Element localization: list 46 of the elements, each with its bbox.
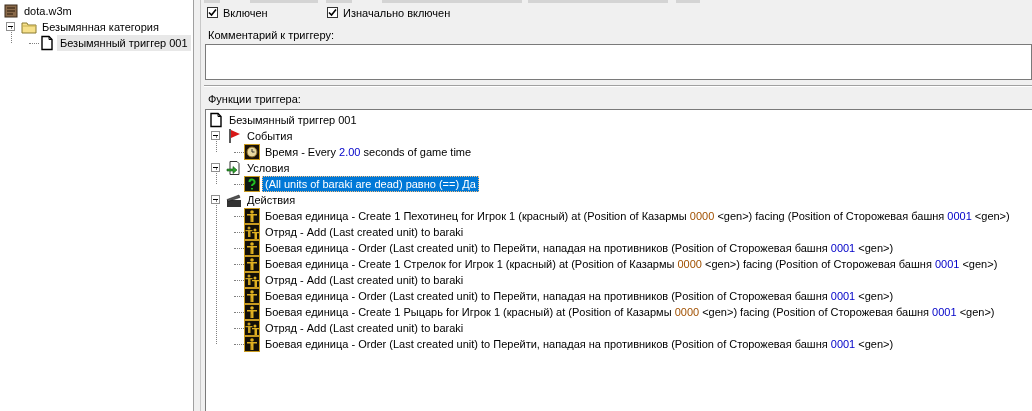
function-line[interactable]: Боевая единица - Order (Last created unit) to Перейти, нападая на противников (Position of Сторожевая башня 0001 <gen>): [262, 240, 897, 256]
tree-node-label[interactable]: Условия: [244, 160, 293, 176]
clapperboard-icon: [226, 192, 242, 208]
tree-node-label[interactable]: Действия: [244, 192, 299, 208]
checkbox-label: Включен: [223, 6, 268, 19]
functions-label: Функции триггера:: [207, 92, 302, 107]
figure-icon: [244, 288, 260, 304]
function-line[interactable]: Отряд - Add (Last created unit) to baraki: [262, 272, 467, 288]
folder-icon: [21, 19, 37, 35]
function-line[interactable]: Боевая единица - Order (Last created unit) to Перейти, нападая на противников (Position of Сторожевая башня 0001 <gen>): [262, 336, 897, 352]
collapse-button[interactable]: [211, 131, 220, 140]
function-line[interactable]: Отряд - Add (Last created unit) to baraki: [262, 224, 467, 240]
collapse-button[interactable]: [6, 22, 15, 31]
document-arrow-icon: [226, 160, 242, 176]
tree-node-label[interactable]: Безымянный триггер 001: [226, 112, 360, 128]
function-line[interactable]: Время - Every 2.00 seconds of game time: [262, 144, 475, 160]
collapse-button[interactable]: [211, 195, 220, 204]
function-line[interactable]: Боевая единица - Create 1 Стрелок for Игрок 1 (красный) at (Position of Казармы 0000 <gen>) facing (Position of Сторожевая башня 0001 <gen>): [262, 256, 1001, 272]
function-line[interactable]: Боевая единица - Create 1 Пехотинец for Игрок 1 (красный) at (Position of Казармы 0000 <gen>) facing (Position of Сторожевая башня 0001 <gen>): [262, 208, 1013, 224]
figure-icon: [244, 256, 260, 272]
function-line[interactable]: Боевая единица - Create 1 Рыцарь for Игрок 1 (красный) at (Position of Казармы 0000 <gen>) facing (Position of Сторожевая башня 0001 <gen>): [262, 304, 998, 320]
tree-node-label[interactable]: События: [244, 128, 296, 144]
comment-label: Комментарий к триггеру:: [207, 28, 335, 43]
tree-item[interactable]: Безымянная категория: [39, 19, 162, 35]
question-mark-icon: [244, 176, 260, 192]
function-line[interactable]: Отряд - Add (Last created unit) to baraki: [262, 320, 467, 336]
checkbox[interactable]: [207, 7, 218, 18]
collapse-button[interactable]: [211, 163, 220, 172]
checkbox-label: Изначально включен: [343, 6, 451, 19]
tree-item[interactable]: Безымянный триггер 001: [57, 35, 191, 51]
figures-icon: [244, 272, 260, 288]
figure-icon: [244, 336, 260, 352]
comment-field[interactable]: [205, 44, 1032, 80]
function-line[interactable]: Боевая единица - Order (Last created unit) to Перейти, нападая на противников (Position of Сторожевая башня 0001 <gen>): [262, 288, 897, 304]
figure-icon: [244, 208, 260, 224]
figure-icon: [244, 304, 260, 320]
figures-icon: [244, 320, 260, 336]
tree-item[interactable]: dota.w3m: [21, 3, 75, 19]
checkbox[interactable]: [327, 7, 338, 18]
scroll-icon: [3, 3, 19, 19]
figure-icon: [244, 240, 260, 256]
document-icon: [39, 35, 55, 51]
flag-icon: [226, 128, 242, 144]
document-icon: [208, 112, 224, 128]
clock-icon: [244, 144, 260, 160]
figures-icon: [244, 224, 260, 240]
